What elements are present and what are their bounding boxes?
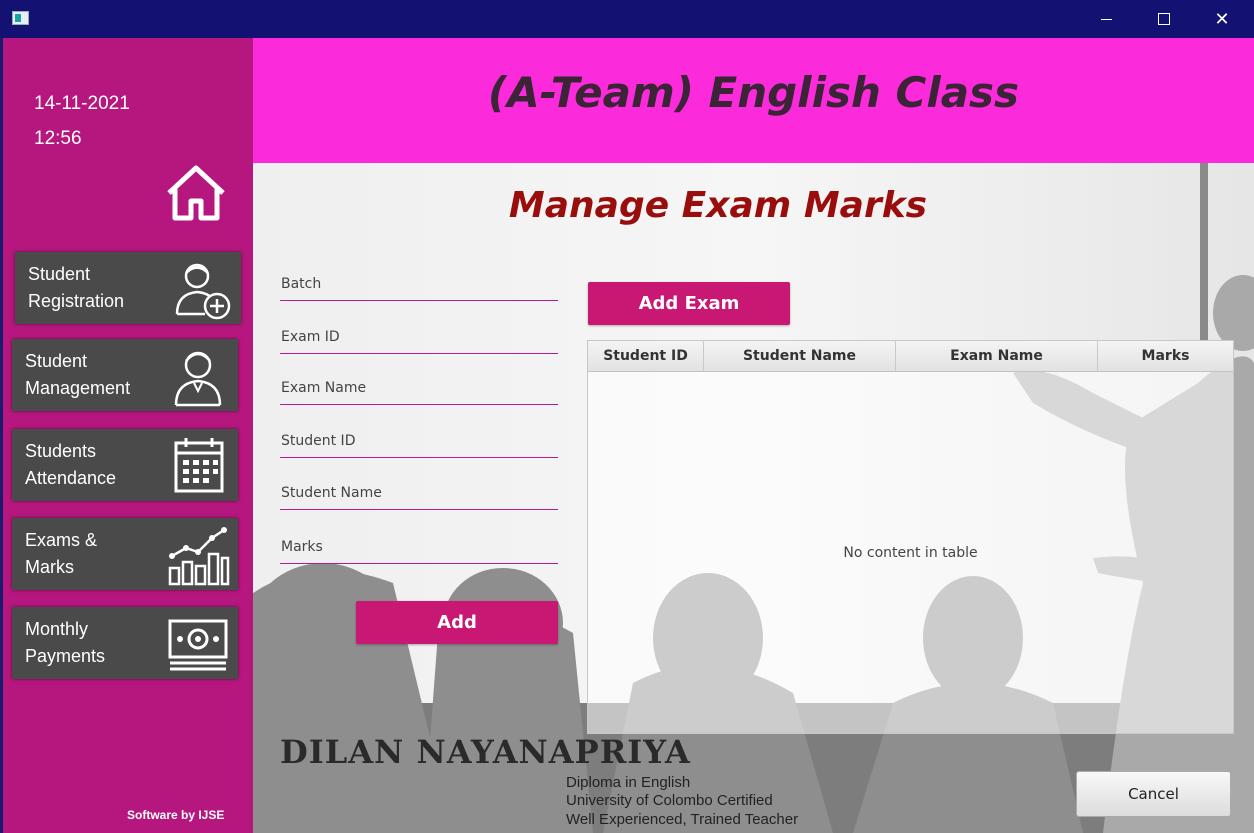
- exam-name-input[interactable]: [280, 374, 552, 402]
- batch-input[interactable]: [280, 270, 552, 298]
- student-name-input[interactable]: [280, 479, 552, 507]
- marks-input[interactable]: [280, 533, 552, 561]
- cancel-button[interactable]: Cancel: [1076, 771, 1231, 817]
- credential-line: Diploma in English: [566, 774, 691, 791]
- money-icon: [168, 619, 228, 671]
- student-name-field[interactable]: [280, 479, 558, 510]
- nav-label: Student Registration: [28, 264, 125, 311]
- table-header: Student ID Student Name Exam Name Marks: [588, 341, 1233, 372]
- nav-student-registration[interactable]: Student Registration: [15, 252, 241, 324]
- nav-students-attendance[interactable]: Students Attendance: [12, 429, 238, 501]
- exam-id-field[interactable]: [280, 323, 558, 354]
- page-title: Manage Exam Marks: [508, 185, 928, 226]
- add-user-icon: [175, 263, 231, 320]
- window-titlebar: ✕: [0, 0, 1254, 38]
- exam-name-field[interactable]: [280, 374, 558, 405]
- sidebar: 14-11-2021 12:56 Student Registration St…: [3, 38, 253, 833]
- app-title: (A-Team) English Class: [487, 68, 1020, 117]
- column-header[interactable]: Marks: [1098, 341, 1233, 371]
- chart-growth-icon: [168, 527, 230, 586]
- maximize-icon[interactable]: [1135, 0, 1193, 38]
- nav-label: Exams & Marks: [25, 530, 98, 577]
- credential-line: Well Experienced, Trained Teacher: [566, 811, 799, 828]
- nav-exams-marks[interactable]: Exams & Marks: [12, 518, 238, 590]
- add-exam-button[interactable]: Add Exam: [588, 282, 790, 325]
- teacher-signature: DILAN NAYANAPRIYA: [280, 733, 691, 771]
- credential-line: University of Colombo Certified: [566, 792, 773, 809]
- app-header: (A-Team) English Class: [253, 38, 1254, 163]
- app-window-icon: [12, 11, 29, 25]
- software-credit: Software by IJSE: [127, 808, 225, 822]
- calendar-icon: [174, 438, 224, 493]
- current-date: 14-11-2021: [34, 93, 130, 114]
- main-content: Manage Exam Marks Add Add Exam Student I…: [253, 163, 1254, 833]
- student-id-field[interactable]: [280, 427, 558, 458]
- student-id-input[interactable]: [280, 427, 552, 455]
- marks-table[interactable]: Student ID Student Name Exam Name Marks …: [587, 340, 1234, 734]
- nav-monthly-payments[interactable]: Monthly Payments: [12, 607, 238, 679]
- current-time: 12:56: [34, 128, 82, 149]
- empty-table-message: No content in table: [843, 545, 978, 561]
- user-icon: [174, 351, 222, 407]
- nav-student-management[interactable]: Student Management: [12, 339, 238, 411]
- nav-label: Student Management: [25, 351, 131, 398]
- close-icon[interactable]: ✕: [1193, 0, 1251, 38]
- add-button[interactable]: Add: [356, 601, 558, 644]
- marks-field[interactable]: [280, 533, 558, 564]
- column-header[interactable]: Student Name: [704, 341, 896, 371]
- batch-field[interactable]: [280, 270, 558, 301]
- nav-label: Students Attendance: [25, 441, 117, 488]
- column-header[interactable]: Exam Name: [896, 341, 1098, 371]
- column-header[interactable]: Student ID: [588, 341, 704, 371]
- exam-id-input[interactable]: [280, 323, 552, 351]
- minimize-icon[interactable]: [1077, 0, 1135, 38]
- home-icon[interactable]: [163, 163, 229, 223]
- nav-label: Monthly Payments: [25, 619, 106, 666]
